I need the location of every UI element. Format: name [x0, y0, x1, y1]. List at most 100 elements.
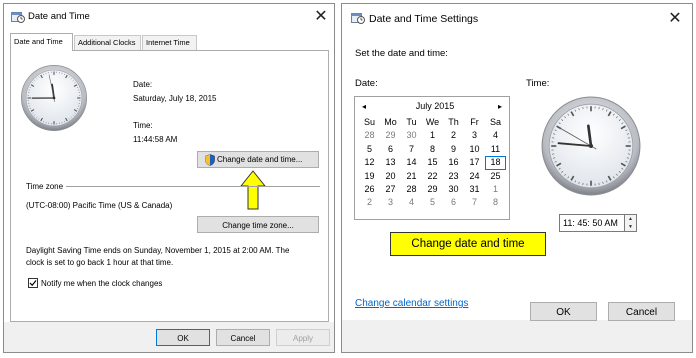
change-time-zone-button[interactable]: Change time zone... — [197, 216, 319, 233]
calendar-day[interactable]: 16 — [443, 156, 464, 169]
calendar-day[interactable]: 7 — [464, 196, 485, 209]
tab-panel: Date: Saturday, July 18, 2015 Time: 11:4… — [10, 50, 329, 322]
calendar-day[interactable]: 26 — [359, 183, 380, 196]
cancel-button[interactable]: Cancel — [216, 329, 270, 346]
calendar-day[interactable]: 5 — [359, 143, 380, 156]
date-label: Date: — [355, 78, 378, 89]
calendar-day[interactable]: 3 — [380, 196, 401, 209]
calendar-day[interactable]: 27 — [380, 183, 401, 196]
calendar-day[interactable]: 18 — [485, 156, 506, 170]
tab-additional-clocks[interactable]: Additional Clocks — [74, 35, 141, 51]
weekday-header: Su — [363, 117, 375, 127]
close-icon[interactable]: ✕ — [312, 8, 330, 26]
ok-button[interactable]: OK — [156, 329, 210, 346]
dialog-footer: OK Cancel — [342, 302, 692, 352]
spin-down-icon[interactable]: ▼ — [625, 223, 636, 231]
calendar-day[interactable]: 12 — [359, 156, 380, 169]
time-spinner[interactable]: ▲ ▼ — [625, 214, 637, 232]
analog-clock — [541, 96, 641, 196]
time-label: Time: — [526, 78, 550, 89]
time-value: 11:44:58 AM — [133, 135, 178, 144]
calendar-day[interactable]: 30 — [443, 183, 464, 196]
weekday-header: Tu — [406, 117, 417, 127]
calendar-day[interactable]: 8 — [485, 196, 506, 209]
calendar-day[interactable]: 10 — [464, 143, 485, 156]
calendar-day[interactable]: 4 — [401, 196, 422, 209]
calendar-day[interactable]: 29 — [380, 129, 401, 142]
dst-info-line2: clock is set to go back 1 hour at that t… — [26, 258, 174, 267]
calendar-day[interactable]: 6 — [443, 196, 464, 209]
calendar-day[interactable]: 14 — [401, 156, 422, 169]
calendar-clock-icon — [11, 12, 25, 23]
time-label: Time: — [133, 121, 153, 130]
calendar-day[interactable]: 30 — [401, 129, 422, 142]
weekday-header: Th — [448, 117, 459, 127]
date-and-time-settings-dialog: Date and Time Settings ✕ Set the date an… — [341, 3, 693, 353]
calendar-day[interactable]: 31 — [464, 183, 485, 196]
calendar-day[interactable]: 24 — [464, 170, 485, 183]
date-value: Saturday, July 18, 2015 — [133, 94, 217, 103]
calendar-day[interactable]: 3 — [464, 129, 485, 142]
ok-button[interactable]: OK — [530, 302, 597, 321]
separator — [66, 186, 320, 187]
date-and-time-dialog: Date and Time ✕ Date and Time Additional… — [3, 3, 335, 353]
calendar-day[interactable]: 23 — [443, 170, 464, 183]
time-input[interactable]: 11: 45: 50 AM — [559, 214, 625, 232]
calendar-day[interactable]: 9 — [443, 143, 464, 156]
calendar-day[interactable]: 7 — [401, 143, 422, 156]
calendar-day[interactable]: 11 — [485, 143, 506, 156]
title-bar: Date and Time ✕ — [4, 4, 334, 30]
annotation-callout: Change date and time — [390, 232, 546, 256]
next-month-button[interactable]: ▸ — [495, 102, 505, 112]
calendar-day[interactable]: 2 — [359, 196, 380, 209]
up-arrow-icon — [240, 170, 266, 210]
apply-button[interactable]: Apply — [276, 329, 330, 346]
tab-internet-time[interactable]: Internet Time — [142, 35, 197, 51]
change-calendar-settings-link[interactable]: Change calendar settings — [355, 298, 468, 309]
calendar-day[interactable]: 6 — [380, 143, 401, 156]
weekday-header: Mo — [384, 117, 397, 127]
weekday-header: Fr — [470, 117, 479, 127]
tab-date-and-time[interactable]: Date and Time — [10, 33, 73, 51]
calendar-day[interactable]: 15 — [422, 156, 443, 169]
notify-checkbox[interactable] — [28, 278, 38, 288]
time-zone-label: Time zone — [26, 182, 64, 191]
checkbox-check-icon — [29, 280, 37, 287]
calendar-day[interactable]: 28 — [359, 129, 380, 142]
calendar-day[interactable]: 1 — [422, 129, 443, 142]
weekday-header: We — [425, 117, 440, 127]
title-bar: Date and Time Settings ✕ — [342, 4, 692, 30]
dst-info-line1: Daylight Saving Time ends on Sunday, Nov… — [26, 246, 290, 255]
instruction-text: Set the date and time: — [355, 48, 448, 59]
cancel-button[interactable]: Cancel — [608, 302, 675, 321]
close-icon[interactable]: ✕ — [666, 10, 684, 28]
calendar-clock-icon — [351, 13, 365, 24]
calendar: ◂ July 2015 ▸ Su Mo Tu We Th Fr Sa 28 29 30 1 2 3 4 5 6… — [354, 96, 510, 220]
calendar-day[interactable]: 25 — [485, 170, 506, 183]
window-title: Date and Time — [28, 11, 90, 22]
spin-up-icon[interactable]: ▲ — [625, 215, 636, 223]
calendar-day[interactable]: 2 — [443, 129, 464, 142]
clock-center — [588, 143, 594, 149]
calendar-day[interactable]: 8 — [422, 143, 443, 156]
date-label: Date: — [133, 80, 153, 89]
calendar-day[interactable]: 28 — [401, 183, 422, 196]
calendar-day[interactable]: 17 — [464, 156, 485, 169]
notify-label: Notify me when the clock changes — [41, 279, 163, 288]
shield-icon — [205, 154, 215, 166]
calendar-month-title[interactable]: July 2015 — [395, 101, 475, 111]
prev-month-button[interactable]: ◂ — [359, 102, 369, 112]
calendar-day[interactable]: 1 — [485, 183, 506, 196]
calendar-day[interactable]: 5 — [422, 196, 443, 209]
weekday-header: Sa — [489, 117, 501, 127]
change-date-time-button[interactable]: Change date and time... — [197, 151, 319, 168]
calendar-day[interactable]: 29 — [422, 183, 443, 196]
analog-clock — [21, 65, 87, 131]
clock-center — [52, 96, 56, 100]
calendar-day[interactable]: 4 — [485, 129, 506, 142]
calendar-day[interactable]: 20 — [380, 170, 401, 183]
calendar-day[interactable]: 22 — [422, 170, 443, 183]
calendar-day[interactable]: 21 — [401, 170, 422, 183]
calendar-day[interactable]: 19 — [359, 170, 380, 183]
calendar-day[interactable]: 13 — [380, 156, 401, 169]
